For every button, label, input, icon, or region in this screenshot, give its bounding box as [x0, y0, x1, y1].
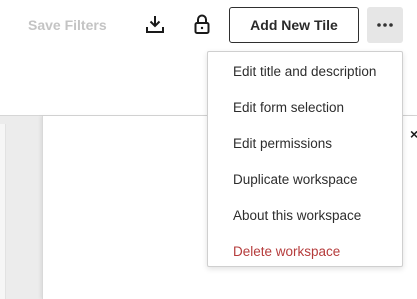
menu-item-about-workspace[interactable]: About this workspace: [208, 197, 402, 233]
download-icon-graphic: [146, 16, 164, 33]
save-filters-button[interactable]: Save Filters: [28, 17, 107, 33]
menu-item-edit-title-description[interactable]: Edit title and description: [208, 53, 402, 89]
menu-item-edit-form-selection[interactable]: Edit form selection: [208, 89, 402, 125]
toolbar: Save Filters Add New Tile: [0, 0, 417, 50]
lock-icon-graphic: [194, 14, 210, 34]
left-gutter-edge: [0, 124, 6, 299]
menu-item-edit-permissions[interactable]: Edit permissions: [208, 125, 402, 161]
lock-icon[interactable]: [191, 13, 213, 35]
menu-item-delete-workspace[interactable]: Delete workspace: [208, 233, 402, 269]
workspace-screen: Save Filters Add New Tile × Edit title a…: [0, 0, 417, 299]
add-new-tile-button[interactable]: Add New Tile: [229, 7, 359, 43]
workspace-options-menu: Edit title and description Edit form sel…: [207, 51, 403, 267]
close-icon[interactable]: ×: [410, 127, 417, 141]
left-gutter: [0, 116, 42, 299]
menu-item-duplicate-workspace[interactable]: Duplicate workspace: [208, 161, 402, 197]
more-horizontal-icon: [377, 23, 393, 27]
download-icon[interactable]: [144, 13, 166, 35]
more-options-button[interactable]: [367, 7, 403, 43]
